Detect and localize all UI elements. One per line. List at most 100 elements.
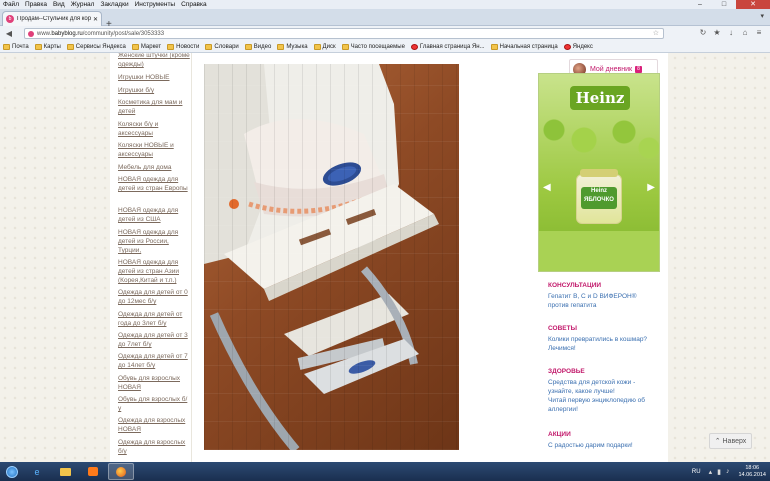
- home-icon[interactable]: ⌂: [738, 28, 752, 37]
- tray-arrow-icon[interactable]: ▴: [709, 468, 713, 476]
- site-identity-icon[interactable]: [28, 30, 34, 37]
- yandex-icon: [563, 43, 571, 50]
- folder-icon: [34, 43, 42, 50]
- bookmark-star-icon[interactable]: ☆: [653, 29, 659, 37]
- category-link[interactable]: Игрушки НОВЫЕ: [118, 73, 190, 82]
- bookmark-music[interactable]: Музыка: [277, 43, 308, 50]
- start-button[interactable]: [0, 462, 24, 481]
- scroll-to-top-button[interactable]: ⌃ Наверх: [709, 433, 752, 449]
- section-link[interactable]: Гепатит В, С и D ВИФЕРОН® против гепатит…: [548, 292, 658, 310]
- explorer-folder-icon[interactable]: [52, 463, 78, 480]
- bookmark-yandex-home[interactable]: Главная страница Ян...: [410, 43, 485, 50]
- page-icon: [490, 43, 498, 50]
- folder-icon: [205, 43, 213, 50]
- folder-icon: [167, 43, 175, 50]
- bookmark-video[interactable]: Видео: [244, 43, 271, 50]
- network-icon[interactable]: ▮: [717, 468, 721, 476]
- jar-label: Heinz ЯБЛОЧКО: [581, 187, 617, 209]
- address-bar[interactable]: www.babyblog.ru/community/post/sale/3053…: [24, 28, 664, 39]
- reload-icon[interactable]: ↻: [696, 28, 710, 37]
- browser-tab[interactable]: b Продам--Стульчик для корм... ✕: [2, 11, 102, 26]
- folder-icon: [3, 43, 10, 50]
- bookmark-yandex-services[interactable]: Сервисы Яндекса: [66, 43, 126, 50]
- tab-close-icon[interactable]: ✕: [93, 16, 98, 23]
- internet-explorer-icon[interactable]: e: [24, 463, 50, 480]
- menu-file[interactable]: Файл: [3, 1, 19, 8]
- category-link[interactable]: Косметика для мам и детей: [118, 98, 190, 116]
- media-player-icon[interactable]: [80, 463, 106, 480]
- bookmark-disk[interactable]: Диск: [313, 43, 336, 50]
- navigation-bar: ◀ www.babyblog.ru/community/post/sale/30…: [0, 26, 770, 41]
- section-promotions: АКЦИИ С радостью дарим подарки!: [548, 431, 658, 450]
- section-link[interactable]: Средства для детской кожи - узнайте, как…: [548, 378, 658, 396]
- baby-food-jar: Heinz ЯБЛОЧКО: [576, 169, 622, 224]
- bookmarks-bar: Почта Карты Сервисы Яндекса Маркет Новос…: [0, 41, 770, 53]
- folder-icon: [277, 43, 285, 50]
- section-title: КОНСУЛЬТАЦИИ: [548, 282, 602, 289]
- folder-icon: [341, 43, 349, 50]
- url-text: www.babyblog.ru/community/post/sale/3053…: [37, 30, 165, 37]
- diary-count-badge: 8: [635, 65, 643, 73]
- category-link[interactable]: НОВАЯ одежда для детей из стран Азии (Ко…: [118, 258, 190, 285]
- banner-next-arrow-icon[interactable]: ▶: [647, 182, 655, 193]
- category-link[interactable]: Одежда для детей от 7 до 14лет б/у: [118, 352, 190, 370]
- maximize-button[interactable]: □: [712, 0, 736, 9]
- menu-edit[interactable]: Правка: [25, 1, 47, 8]
- back-icon[interactable]: ◀: [3, 29, 15, 38]
- menu-view[interactable]: Вид: [53, 1, 65, 8]
- bookmark-maps[interactable]: Карты: [34, 43, 61, 50]
- section-title: СОВЕТЫ: [548, 325, 577, 332]
- minimize-button[interactable]: –: [688, 0, 712, 9]
- parquet-floor-texture: [204, 64, 459, 450]
- clock[interactable]: 18:06 14.06.2014: [738, 465, 766, 479]
- section-health: ЗДОРОВЬЕ Средства для детской кожи - узн…: [548, 368, 658, 414]
- close-window-button[interactable]: ✕: [736, 0, 770, 9]
- bookmark-market[interactable]: Маркет: [131, 43, 161, 50]
- product-photo[interactable]: [204, 64, 459, 450]
- category-link[interactable]: НОВАЯ одежда для детей из России, Турции…: [118, 228, 190, 255]
- bookmark-mail[interactable]: Почта: [3, 43, 29, 50]
- section-link[interactable]: Читай первую энциклопедию об аллергии!: [548, 396, 658, 414]
- folder-icon: [66, 43, 74, 50]
- category-link[interactable]: Игрушки б/у: [118, 86, 190, 95]
- bookmarks-menu-icon[interactable]: ★: [710, 28, 724, 37]
- firefox-icon[interactable]: [108, 463, 134, 480]
- apples-decoration: [539, 110, 659, 170]
- section-link[interactable]: С радостью дарим подарки!: [548, 441, 658, 450]
- category-link[interactable]: Мебель для дома: [118, 163, 190, 172]
- language-indicator[interactable]: RU: [692, 469, 701, 475]
- menu-bookmarks[interactable]: Закладки: [100, 1, 128, 8]
- category-link[interactable]: Женские штучки (кроме одежды): [118, 53, 190, 69]
- category-link[interactable]: Одежда для взрослых НОВАЯ: [118, 416, 190, 434]
- section-link[interactable]: Колики превратились в кошмар? Лечимся!: [548, 335, 658, 353]
- category-link[interactable]: Коляски б/у и аксессуары: [118, 120, 190, 138]
- banner-bottom-panel: [539, 231, 659, 271]
- bookmark-dictionaries[interactable]: Словари: [205, 43, 239, 50]
- list-tabs-icon[interactable]: ▾: [760, 12, 764, 20]
- menu-tools[interactable]: Инструменты: [135, 1, 176, 8]
- menu-history[interactable]: Журнал: [71, 1, 95, 8]
- bookmark-start-page[interactable]: Начальная страница: [490, 43, 558, 50]
- bookmark-news[interactable]: Новости: [167, 43, 199, 50]
- bookmark-yandex[interactable]: Яндекс: [563, 43, 593, 50]
- category-link[interactable]: Одежда для взрослых б/у: [118, 438, 190, 456]
- downloads-icon[interactable]: ↓: [724, 28, 738, 37]
- category-link[interactable]: Одежда для детей от 3 до 7лет б/у: [118, 331, 190, 349]
- category-link[interactable]: НОВАЯ одежда для детей из стран Европы: [118, 175, 190, 193]
- category-link[interactable]: Обувь для взрослых НОВАЯ: [118, 374, 190, 392]
- my-diary-label: Мой дневник: [590, 65, 633, 73]
- category-link[interactable]: Одежда для детей от 0 до 12мес б/у: [118, 288, 190, 306]
- volume-icon[interactable]: ♪: [726, 468, 730, 475]
- category-link[interactable]: Коляски НОВЫЕ и аксессуары: [118, 141, 190, 159]
- chevron-up-icon: ⌃: [714, 438, 723, 445]
- folder-icon: [313, 43, 321, 50]
- category-link[interactable]: Одежда для детей от года до 3лет б/у: [118, 310, 190, 328]
- category-link[interactable]: НОВАЯ одежда для детей из США: [118, 206, 190, 224]
- heinz-ad-banner[interactable]: Heinz Heinz ЯБЛОЧКО ◀ ▶: [538, 73, 660, 272]
- hamburger-menu-icon[interactable]: ≡: [752, 28, 766, 37]
- banner-prev-arrow-icon[interactable]: ◀: [543, 182, 551, 193]
- menu-help[interactable]: Справка: [181, 1, 207, 8]
- bookmark-most-visited[interactable]: Часто посещаемые: [341, 43, 405, 50]
- category-link[interactable]: Обувь для взрослых б/у: [118, 395, 190, 413]
- folder-icon: [244, 43, 252, 50]
